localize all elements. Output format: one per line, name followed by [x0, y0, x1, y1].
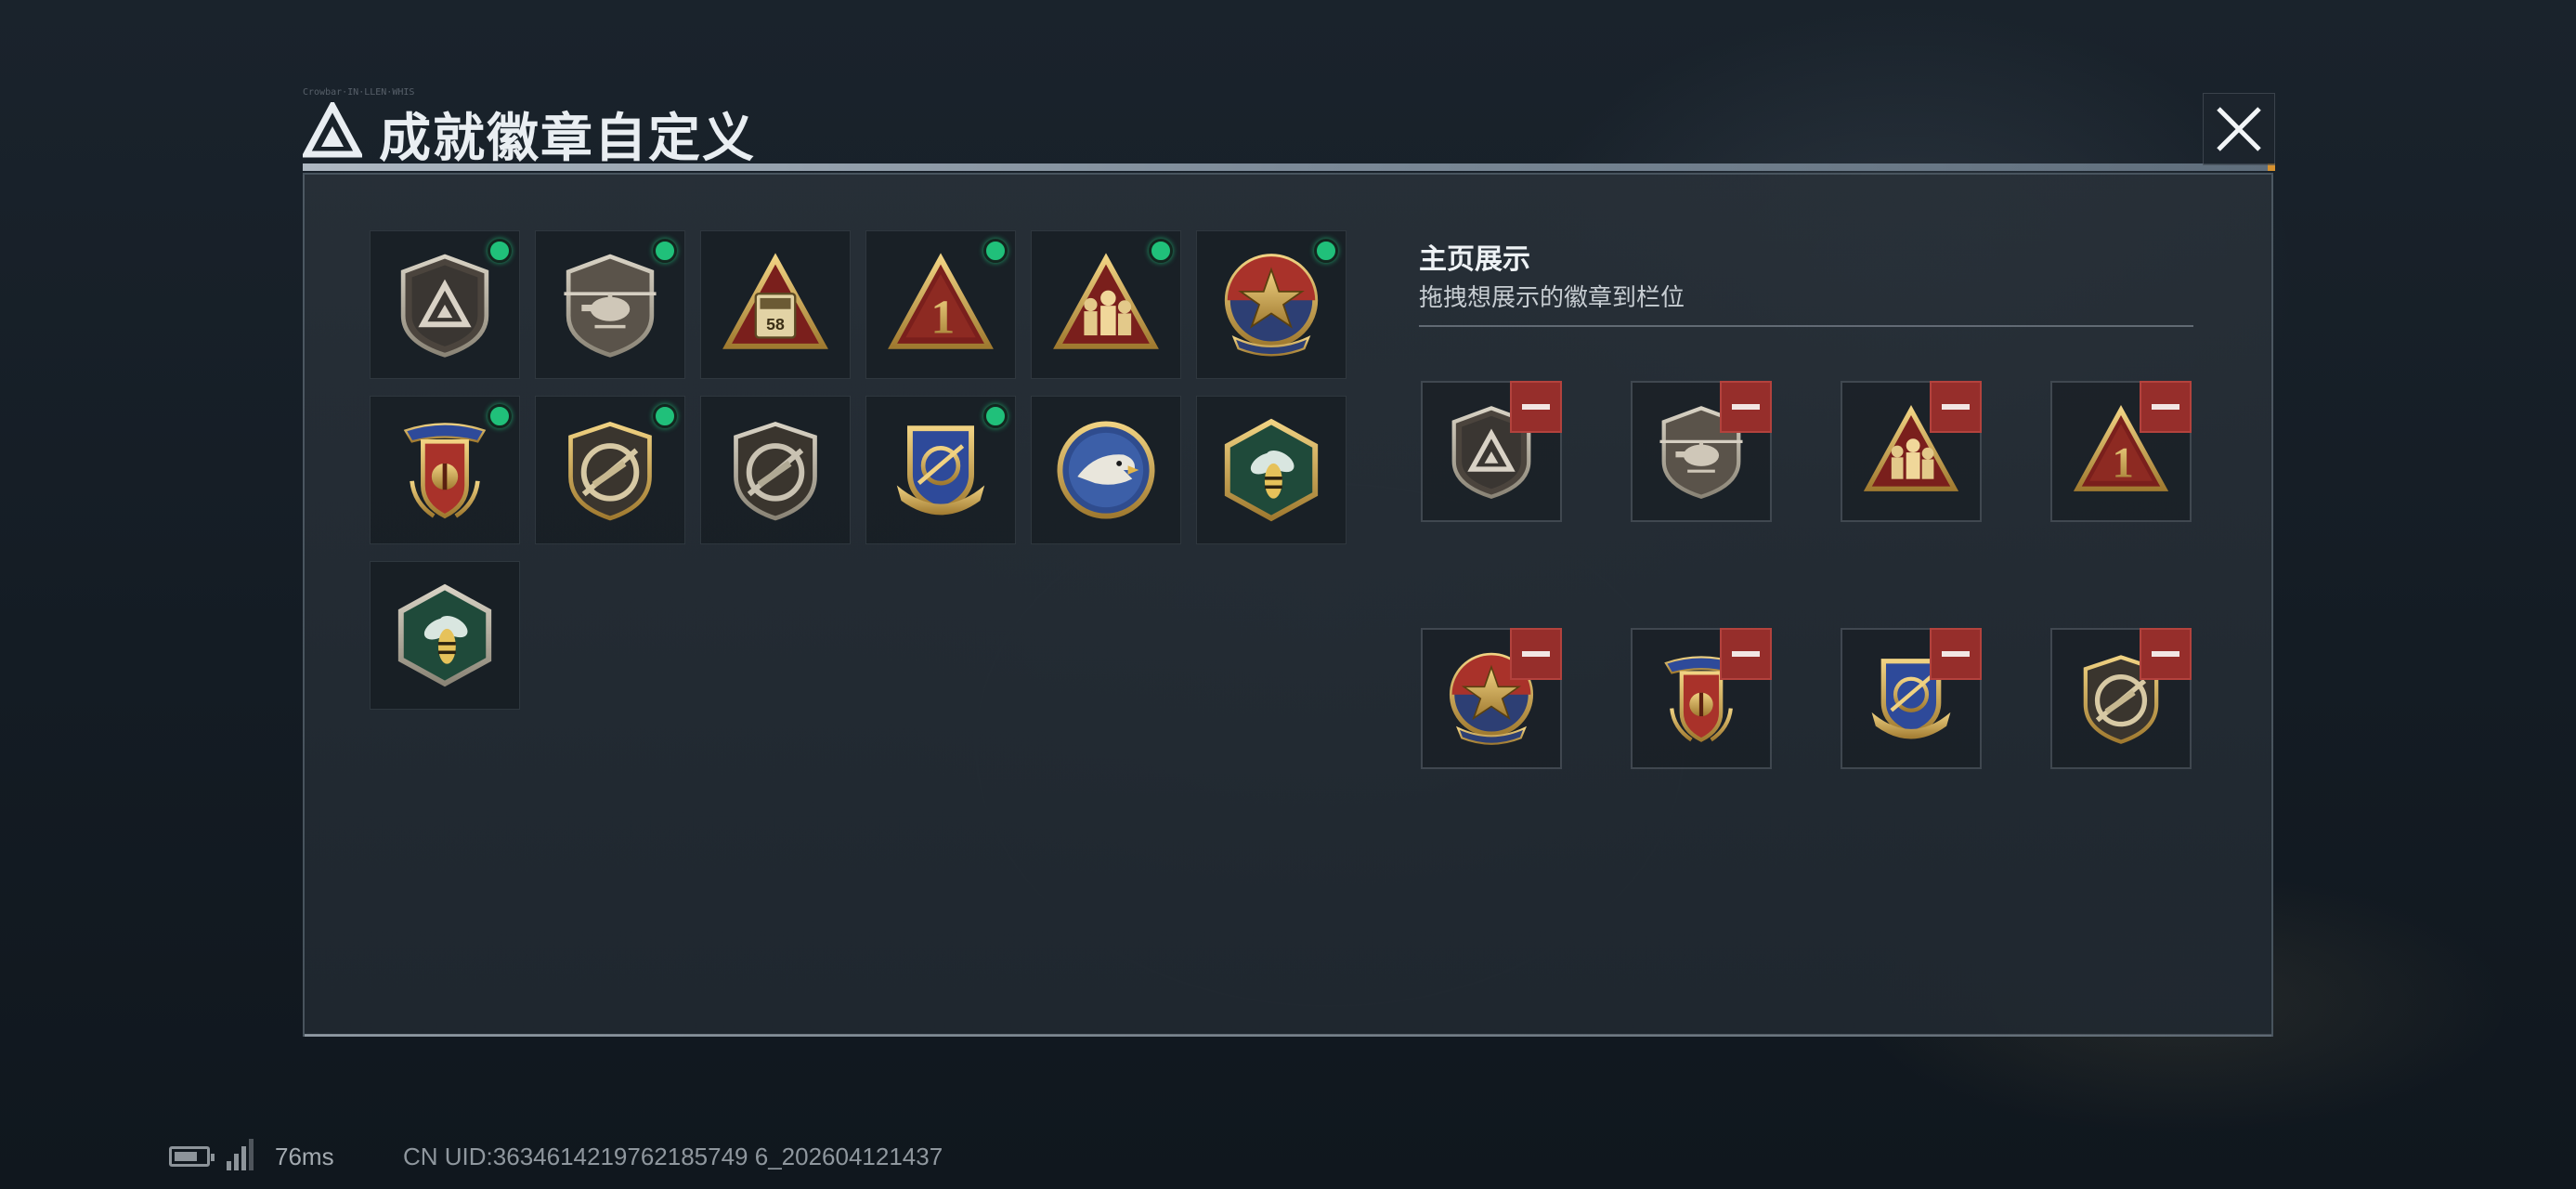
badge-cell[interactable] — [700, 396, 851, 544]
remove-badge-button[interactable] — [1720, 381, 1772, 433]
badge-cell[interactable] — [370, 561, 520, 710]
star-emblem-badge-icon — [1216, 250, 1326, 359]
minus-icon — [1522, 404, 1550, 410]
page-title: 成就徽章自定义 — [379, 109, 756, 169]
showcase-title: 主页展示 — [1419, 243, 1530, 276]
close-button[interactable] — [2203, 93, 2275, 165]
bus-58-badge-icon — [721, 250, 830, 359]
new-indicator-dot — [983, 404, 1008, 428]
triangle-logo-icon — [303, 102, 362, 158]
battery-icon — [169, 1146, 215, 1167]
showcase-slot[interactable] — [2050, 381, 2192, 522]
ribbon-shield-badge-icon — [390, 415, 500, 525]
showcase-slot[interactable] — [1841, 381, 1982, 522]
badge-cell[interactable] — [1031, 230, 1181, 379]
showcase-slot[interactable] — [2050, 628, 2192, 769]
header-divider — [303, 163, 2275, 171]
minus-icon — [2152, 651, 2179, 657]
showcase-slot[interactable] — [1631, 628, 1772, 769]
crossed-rifle-crest-badge-icon — [886, 415, 995, 525]
badge-cell[interactable] — [535, 230, 685, 379]
triangle-shield-badge-icon — [390, 250, 500, 359]
helicopter-badge-icon — [555, 250, 665, 359]
rifle-badge-gold-icon — [555, 415, 665, 525]
minus-icon — [1732, 651, 1760, 657]
number-one-badge-icon — [886, 250, 995, 359]
remove-badge-button[interactable] — [1510, 381, 1562, 433]
ping-text: 76ms — [275, 1143, 334, 1170]
minus-icon — [1942, 404, 1970, 410]
modal-header: Crowbar·IN·LLEN·WHIS 成就徽章自定义 — [303, 87, 2275, 176]
badge-cell[interactable] — [1196, 230, 1347, 379]
badge-cell[interactable] — [865, 230, 1016, 379]
showcase-subtitle: 拖拽想展示的徽章到栏位 — [1419, 284, 1685, 312]
uid-text: CN UID:3634614219762185749 6_20260412143… — [403, 1143, 943, 1170]
minus-icon — [1522, 651, 1550, 657]
new-indicator-dot — [488, 239, 512, 263]
new-indicator-dot — [1314, 239, 1338, 263]
new-indicator-dot — [488, 404, 512, 428]
soldiers-triangle-badge-icon — [1051, 250, 1161, 359]
badge-cell[interactable] — [370, 396, 520, 544]
badge-cell[interactable] — [700, 230, 851, 379]
status-bar: 76ms CN UID:3634614219762185749 6_202604… — [169, 1139, 1098, 1176]
new-indicator-dot — [983, 239, 1008, 263]
new-indicator-dot — [1149, 239, 1173, 263]
hornet-badge-gold-icon — [1216, 415, 1326, 525]
badge-cell[interactable] — [535, 396, 685, 544]
minus-icon — [1942, 651, 1970, 657]
remove-badge-button[interactable] — [1510, 628, 1562, 680]
badge-cell[interactable] — [370, 230, 520, 379]
badge-cell[interactable] — [865, 396, 1016, 544]
close-icon — [2217, 107, 2261, 151]
rifle-badge-silver-icon — [721, 415, 830, 525]
remove-badge-button[interactable] — [1720, 628, 1772, 680]
remove-badge-button[interactable] — [2140, 628, 2192, 680]
hornet-badge-silver-icon — [390, 581, 500, 690]
minus-icon — [1732, 404, 1760, 410]
badge-cell[interactable] — [1196, 396, 1347, 544]
showcase-slot[interactable] — [1841, 628, 1982, 769]
signal-icon — [227, 1139, 256, 1172]
badge-cell[interactable] — [1031, 396, 1181, 544]
minus-icon — [2152, 404, 2179, 410]
remove-badge-button[interactable] — [1930, 381, 1982, 433]
remove-badge-button[interactable] — [2140, 381, 2192, 433]
new-indicator-dot — [653, 239, 677, 263]
showcase-slot[interactable] — [1421, 628, 1562, 769]
eagle-badge-icon — [1051, 415, 1161, 525]
new-indicator-dot — [653, 404, 677, 428]
remove-badge-button[interactable] — [1930, 628, 1982, 680]
showcase-divider — [1419, 325, 2193, 327]
showcase-slot[interactable] — [1421, 381, 1562, 522]
showcase-slot[interactable] — [1631, 381, 1772, 522]
